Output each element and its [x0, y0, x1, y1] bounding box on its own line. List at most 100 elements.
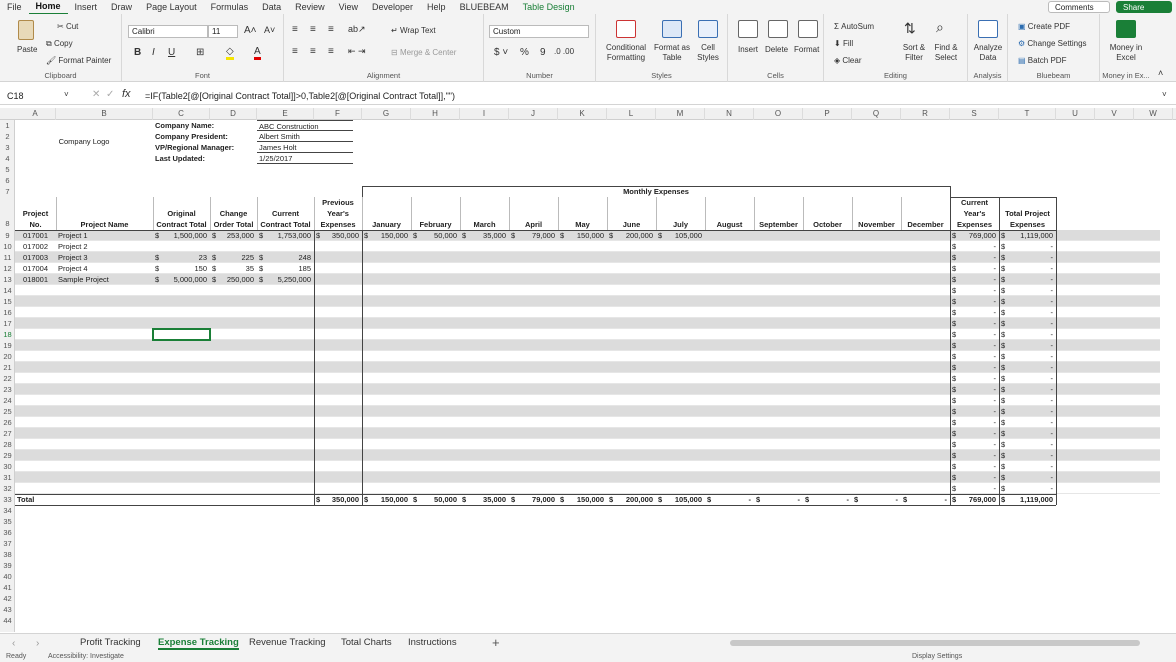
monthly-expenses-header[interactable]: Monthly Expenses	[362, 186, 950, 197]
column-title[interactable]: Original Contract Total	[153, 197, 210, 230]
sheet-tab[interactable]: Profit Tracking	[80, 637, 141, 648]
total-month[interactable]: $150,000	[558, 494, 607, 505]
fill-button[interactable]: ⬇ Fill	[834, 39, 853, 48]
menu-tab-draw[interactable]: Draw	[104, 0, 139, 14]
change-order-total[interactable]: $225	[210, 252, 257, 263]
column-title[interactable]: May	[558, 197, 607, 230]
row-header[interactable]: 20	[0, 351, 15, 362]
row-header[interactable]: 40	[0, 571, 15, 582]
column-header[interactable]: F	[314, 108, 362, 120]
column-header[interactable]: A	[15, 108, 56, 120]
decrease-font-icon[interactable]: A˅	[264, 25, 275, 35]
accessibility-status[interactable]: Accessibility: Investigate	[48, 653, 124, 660]
total-month[interactable]: $ -	[803, 494, 852, 505]
current-year-expenses[interactable]: $ -	[950, 406, 999, 417]
comments-button[interactable]: Comments	[1048, 1, 1110, 13]
column-header[interactable]: V	[1095, 108, 1134, 120]
row-header[interactable]: 4	[0, 153, 15, 164]
total-project-expenses[interactable]: $ -	[999, 329, 1056, 340]
current-year-expenses[interactable]: $ -	[950, 417, 999, 428]
add-sheet-icon[interactable]: +	[492, 635, 500, 650]
clear-button[interactable]: ◈ Clear	[834, 56, 862, 65]
menu-tab-formulas[interactable]: Formulas	[204, 0, 256, 14]
row-header[interactable]: 3	[0, 142, 15, 153]
menu-tab-data[interactable]: Data	[255, 0, 288, 14]
align-center-icon[interactable]: ≡	[310, 46, 316, 57]
row-header[interactable]: 22	[0, 373, 15, 384]
display-settings[interactable]: Display Settings	[912, 653, 962, 660]
expand-formula-icon[interactable]: ˅	[1162, 90, 1167, 99]
current-year-expenses[interactable]: $ -	[950, 483, 999, 494]
total-label[interactable]: Total	[15, 494, 56, 505]
batch-pdf-button[interactable]: ▤ Batch PDF	[1018, 56, 1066, 65]
total-project-expenses[interactable]: $ -	[999, 472, 1056, 483]
money-icon[interactable]	[1116, 20, 1136, 38]
scroll-right-icon[interactable]: ›	[36, 638, 39, 649]
row-header[interactable]: 37	[0, 538, 15, 549]
cut-button[interactable]: ✂ Cut	[57, 22, 78, 31]
row-header[interactable]: 8	[0, 197, 15, 230]
total-project-expenses[interactable]: $ -	[999, 384, 1056, 395]
column-title[interactable]: March	[460, 197, 509, 230]
row-header[interactable]: 25	[0, 406, 15, 417]
current-year-expenses[interactable]: $ -	[950, 263, 999, 274]
current-contract-total[interactable]: $5,250,000	[257, 274, 314, 285]
column-header[interactable]: U	[1056, 108, 1095, 120]
column-header[interactable]: M	[656, 108, 705, 120]
total-project-expenses[interactable]: $ -	[999, 406, 1056, 417]
current-year-expenses[interactable]: $ -	[950, 307, 999, 318]
analyze-data-button[interactable]: Analyze Data	[970, 43, 1006, 63]
menu-tab-developer[interactable]: Developer	[365, 0, 420, 14]
total-project-expenses[interactable]: $ -	[999, 263, 1056, 274]
row-header[interactable]: 33	[0, 494, 15, 505]
column-header[interactable]: S	[950, 108, 999, 120]
current-contract-total[interactable]: $248	[257, 252, 314, 263]
format-as-table-button[interactable]: Format as Table	[652, 43, 692, 63]
sheet-tab[interactable]: Total Charts	[341, 637, 392, 648]
indent-icon[interactable]: ⇤ ⇥	[348, 46, 366, 57]
format-cells-icon[interactable]	[798, 20, 818, 38]
align-right-icon[interactable]: ≡	[328, 46, 334, 57]
total-month[interactable]: $ -	[901, 494, 950, 505]
info-value[interactable]: James Holt	[257, 142, 353, 153]
menu-tab-view[interactable]: View	[332, 0, 365, 14]
row-header[interactable]: 17	[0, 318, 15, 329]
row-header[interactable]: 34	[0, 505, 15, 516]
row-header[interactable]: 23	[0, 384, 15, 395]
current-year-expenses[interactable]: $ -	[950, 318, 999, 329]
paste-icon[interactable]	[18, 20, 34, 40]
current-year-expenses[interactable]: $ -	[950, 428, 999, 439]
previous-year-expenses[interactable]: $350,000	[314, 230, 362, 241]
money-in-excel-button[interactable]: Money in Excel	[1102, 43, 1150, 63]
current-year-expenses[interactable]: $ -	[950, 340, 999, 351]
share-button[interactable]: Share	[1116, 1, 1172, 13]
row-header[interactable]: 13	[0, 274, 15, 285]
row-header[interactable]: 7	[0, 186, 15, 197]
menu-tab-insert[interactable]: Insert	[68, 0, 105, 14]
total-project-expenses[interactable]: $ -	[999, 252, 1056, 263]
info-value[interactable]: ABC Construction	[257, 120, 353, 131]
menu-tab-home[interactable]: Home	[28, 0, 68, 15]
change-settings-button[interactable]: ⚙ Change Settings	[1018, 39, 1087, 48]
current-year-expenses[interactable]: $769,000	[950, 230, 999, 241]
row-header[interactable]: 16	[0, 307, 15, 318]
column-header[interactable]: W	[1134, 108, 1173, 120]
month-expense[interactable]: $50,000	[411, 230, 460, 241]
column-title[interactable]: Change Order Total	[210, 197, 257, 230]
menu-tab-help[interactable]: Help	[420, 0, 453, 14]
change-order-total[interactable]: $35	[210, 263, 257, 274]
original-contract-total[interactable]: $5,000,000	[153, 274, 210, 285]
font-color-icon[interactable]: A	[254, 46, 261, 60]
column-header[interactable]: I	[460, 108, 509, 120]
scroll-left-icon[interactable]: ‹	[12, 638, 15, 649]
total-month[interactable]: $79,000	[509, 494, 558, 505]
row-header[interactable]: 41	[0, 582, 15, 593]
project-number[interactable]: 017002	[15, 241, 56, 252]
month-expense[interactable]: $79,000	[509, 230, 558, 241]
month-expense[interactable]: $200,000	[607, 230, 656, 241]
cell-styles-icon[interactable]	[698, 20, 718, 38]
month-expense[interactable]: $150,000	[558, 230, 607, 241]
menu-tab-file[interactable]: File	[0, 0, 29, 14]
format-painter-button[interactable]: 🖌 Format Painter	[46, 56, 111, 65]
current-year-expenses[interactable]: $ -	[950, 439, 999, 450]
